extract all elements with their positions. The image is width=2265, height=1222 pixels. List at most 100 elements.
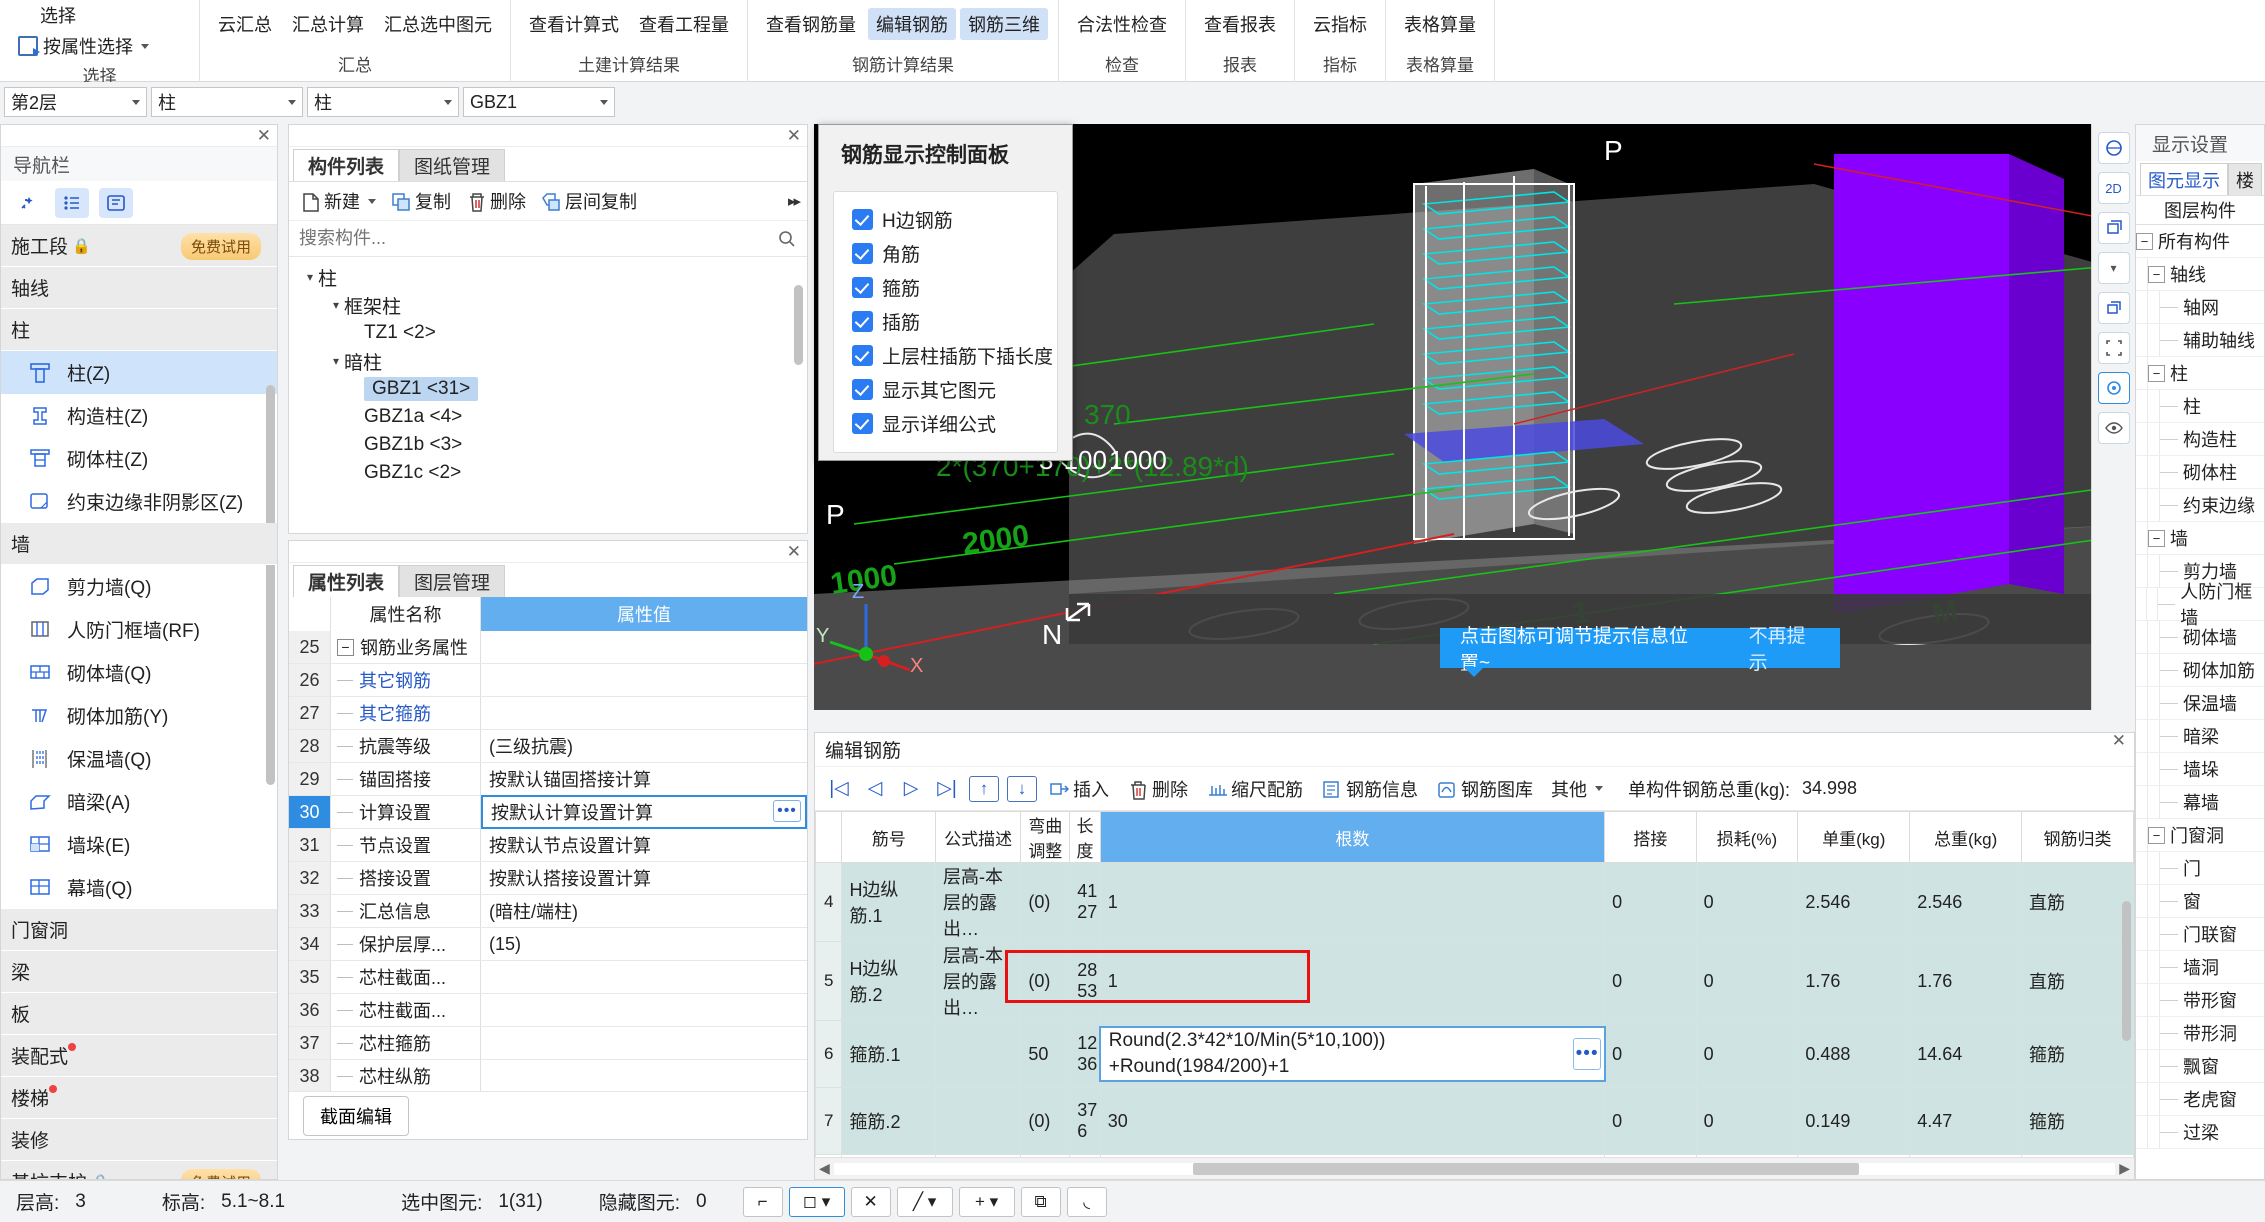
close-icon[interactable]: ✕	[787, 542, 801, 562]
ribbon-button-4-0[interactable]: 合法性检查	[1069, 8, 1175, 40]
component-tree-node-4[interactable]: GBZ1 <31>	[289, 375, 807, 403]
rebar-grid[interactable]: 筋号 公式描述 弯曲调整 长度 根数 搭接 损耗(%) 单重(kg) 总重(kg) 钢筋归类 4H…	[815, 811, 2134, 1157]
grid-header-长度[interactable]: 长度	[1069, 811, 1101, 863]
nav-item-暗梁A[interactable]: 暗梁(A)	[1, 780, 277, 823]
component-panel-tabs[interactable]: 构件列表 图纸管理	[289, 147, 807, 181]
subcategory-selector[interactable]: 柱	[307, 87, 459, 117]
grid-cell-count[interactable]: Round(2.3*42*10/Min(5*10,100)) +Round(198…	[1098, 1020, 1607, 1088]
layer-row-砌体柱[interactable]: 砌体柱	[2136, 456, 2264, 489]
close-icon[interactable]: ✕	[2112, 731, 2126, 751]
rebar-option-0[interactable]: H边钢筋	[834, 202, 1057, 236]
layer-row-构造柱[interactable]: 构造柱	[2136, 423, 2264, 456]
last-record-icon[interactable]: ▷|	[933, 775, 961, 803]
nav-item-保温墙Q[interactable]: 保温墙(Q)	[1, 737, 277, 780]
rebar-grid-scrollbar[interactable]	[2122, 901, 2131, 1041]
sparkle-icon[interactable]	[11, 188, 45, 218]
rebar-tool-其他[interactable]: 其他	[1548, 776, 1606, 802]
grid-cell-total-weight[interactable]: 1.76	[1909, 941, 2023, 1021]
property-tab-1[interactable]: 图层管理	[399, 565, 506, 597]
collapse-toggle[interactable]: −	[2148, 826, 2165, 844]
grid-cell-type[interactable]: 直筋	[2021, 941, 2134, 1021]
property-value-editor[interactable]: 按默认计算设置计算 •••	[481, 795, 807, 829]
property-name[interactable]: 其它钢筋	[359, 667, 431, 693]
component-tree-node-0[interactable]: ▾ 柱	[289, 263, 807, 291]
grid-cell-formula[interactable]: 层高-本层的露出…	[934, 941, 1022, 1021]
ribbon-button-1-1[interactable]: 汇总计算	[284, 8, 372, 40]
nav-group-7[interactable]: 装配式	[1, 1035, 277, 1077]
layer-row-约束边缘[interactable]: 约束边缘	[2136, 489, 2264, 522]
layer-row-柱[interactable]: − 柱	[2136, 357, 2264, 390]
collapse-toggle[interactable]: −	[2148, 265, 2165, 283]
nav-item-砌体加筋Y[interactable]: 砌体加筋(Y)	[1, 694, 277, 737]
layer-row-门联窗[interactable]: 门联窗	[2136, 918, 2264, 951]
component-tool-删除[interactable]: 删除	[465, 188, 526, 214]
layer-row-带形窗[interactable]: 带形窗	[2136, 984, 2264, 1017]
grid-cell-length[interactable]: 12 36	[1069, 1020, 1101, 1088]
grid-header-单重(kg)[interactable]: 单重(kg)	[1797, 811, 1911, 863]
layer-row-墙垛[interactable]: 墙垛	[2136, 753, 2264, 786]
grid-header-公式描述[interactable]: 公式描述	[934, 811, 1022, 863]
layer-row-老虎窗[interactable]: 老虎窗	[2136, 1083, 2264, 1116]
rebar-options-list[interactable]: H边钢筋 角筋 箍筋 插筋 上层柱插筋下插长度 显示其它图元 显示详细公式	[833, 191, 1058, 453]
nav-scrollbar[interactable]	[266, 385, 275, 785]
hscroll-thumb[interactable]	[1192, 1162, 1859, 1175]
ribbon-button-0-0[interactable]: 按属性选择	[10, 30, 157, 62]
nav-group-0[interactable]: 施工段 🔒 免费试用	[1, 225, 277, 267]
nav-group-2[interactable]: 柱	[1, 309, 277, 351]
grid-cell-count[interactable]: 1	[1099, 862, 1606, 942]
target-icon[interactable]	[2097, 372, 2130, 404]
scroll-right-icon[interactable]: ▶	[2119, 1160, 2130, 1177]
section-edit-button[interactable]: 截面编辑	[303, 1095, 409, 1136]
checkbox-icon[interactable]	[852, 208, 873, 230]
first-record-icon[interactable]: |◁	[825, 775, 853, 803]
property-value-cell[interactable]: 按默认锚固搭接计算	[481, 763, 807, 795]
grid-cell-loss[interactable]: 0	[1695, 941, 1799, 1021]
table-row[interactable]: 4 H边纵筋.1 层高-本层的露出… (0) 41 27 1 0 0 2.546 2.546 直筋	[815, 862, 2134, 942]
trial-badge[interactable]: 免费试用	[180, 233, 261, 260]
ribbon-button-2-0[interactable]: 查看计算式	[521, 8, 627, 40]
nav-item-砌体柱Z[interactable]: 砌体柱(Z)	[1, 437, 277, 480]
grid-header-根数[interactable]: 根数	[1099, 811, 1606, 863]
grid-cell-unit-weight[interactable]: 0.149	[1797, 1087, 1911, 1155]
layer-row-带形洞[interactable]: 带形洞	[2136, 1017, 2264, 1050]
grid-cell-name[interactable]	[841, 1154, 936, 1157]
grid-cell-name[interactable]: 箍筋.1	[841, 1020, 936, 1088]
display-settings-tabs[interactable]: 图元显示楼	[2136, 161, 2264, 195]
grid-cell-lap[interactable]: 0	[1604, 862, 1697, 942]
trial-badge[interactable]: 免费试用	[180, 1169, 261, 1179]
table-row[interactable]: 5 H边纵筋.2 层高-本层的露出… (0) 28 53 1 0 0 1.76 1.76 直筋	[815, 941, 2134, 1021]
layer-row-窗[interactable]: 窗	[2136, 885, 2264, 918]
nav-group-4[interactable]: 门窗洞	[1, 909, 277, 951]
component-tree-node-7[interactable]: GBZ1c <2>	[289, 459, 807, 487]
property-panel-tabs[interactable]: 属性列表 图层管理	[289, 563, 807, 597]
move-down-icon[interactable]: ↓	[1007, 775, 1037, 802]
rebar-tool-删除[interactable]: 删除	[1124, 776, 1191, 802]
layer-component-list[interactable]: − 所有构件 − 轴线 轴网 辅助轴线 − 柱柱构造柱 砌体柱 约束边缘 − 墙剪力墙 人防门框墙 砌体墙…	[2136, 225, 2264, 1179]
grid-cell-formula[interactable]	[934, 1087, 1022, 1155]
nav-item-约束边缘非阴影区Z[interactable]: 约束边缘非阴影区(Z)	[1, 480, 277, 523]
rebar-grid-container[interactable]: 筋号 公式描述 弯曲调整 长度 根数 搭接 损耗(%) 单重(kg) 总重(kg) 钢筋归类 4H…	[815, 811, 2134, 1157]
nav-group-6[interactable]: 板	[1, 993, 277, 1035]
property-value-cell[interactable]: (暗柱/端柱)	[481, 895, 807, 927]
property-value-cell[interactable]	[481, 1027, 807, 1059]
property-value-cell[interactable]: 按默认计算设置计算 •••	[481, 795, 807, 829]
grid-cell-total-weight[interactable]: 2.546	[1909, 862, 2023, 942]
nav-group-3[interactable]: 墙	[1, 523, 277, 565]
property-row-25[interactable]: 25− 钢筋业务属性	[289, 631, 807, 664]
layer-row-轴网[interactable]: 轴网	[2136, 291, 2264, 324]
chevron-down-icon[interactable]: ▾	[2097, 252, 2130, 284]
layer-row-柱[interactable]: 柱	[2136, 390, 2264, 423]
scroll-left-icon[interactable]: ◀	[819, 1160, 830, 1177]
layer-row-保温墙[interactable]: 保温墙	[2136, 687, 2264, 720]
close-icon[interactable]: ✕	[257, 126, 271, 146]
property-row-34[interactable]: 34 保护层厚... (15)	[289, 928, 807, 961]
layer-row-墙[interactable]: − 墙	[2136, 522, 2264, 555]
ribbon-button-6-0[interactable]: 云指标	[1305, 8, 1375, 40]
nav-group-1[interactable]: 轴线	[1, 267, 277, 309]
table-row[interactable]: 8	[815, 1154, 2134, 1157]
component-tool-新建[interactable]: 新建	[299, 188, 376, 214]
ellipsis-button[interactable]: •••	[773, 800, 801, 822]
layer-row-过梁[interactable]: 过梁	[2136, 1116, 2264, 1149]
grid-cell-total-weight[interactable]: 14.64	[1909, 1020, 2023, 1088]
rebar-option-6[interactable]: 显示详细公式	[834, 406, 1057, 440]
